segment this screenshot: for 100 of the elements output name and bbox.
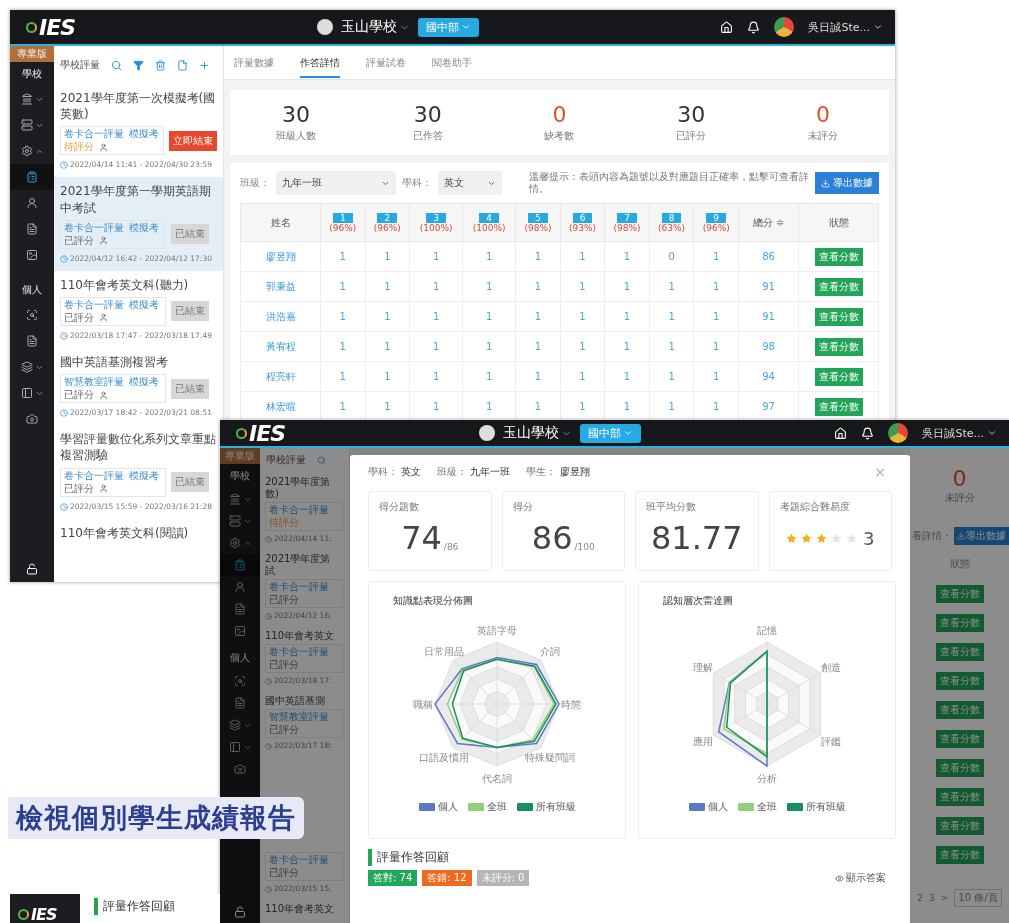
table-cell: 1 xyxy=(320,241,366,272)
stat-value: 30 xyxy=(281,102,310,127)
grading-status: 已評分 xyxy=(64,482,94,495)
close-button[interactable]: × xyxy=(868,463,892,481)
view-score-button[interactable]: 查看分數 xyxy=(935,672,984,690)
view-score-button[interactable]: 查看分數 xyxy=(935,788,984,806)
score-value: 74 xyxy=(401,519,442,557)
add-icon[interactable] xyxy=(199,59,210,71)
student-name[interactable]: 程亮軒 xyxy=(240,361,321,392)
radar-axis-label: 評鑑 xyxy=(821,736,842,748)
total-score: 91 xyxy=(738,271,799,302)
student-name[interactable]: 郭秉益 xyxy=(240,271,321,302)
chart-title: 認知層次雷達圖 xyxy=(663,594,733,608)
menu-item-icon xyxy=(234,763,246,775)
filter-select[interactable]: 九年一班 xyxy=(276,171,396,195)
grading-status: 已評分 xyxy=(269,867,299,879)
assessment-title: 2021學年度第一次模擬考(國英數) xyxy=(60,90,217,123)
search-icon[interactable] xyxy=(111,59,122,71)
home-icon[interactable] xyxy=(834,426,848,440)
view-score-button[interactable]: 查看分數 xyxy=(935,759,984,777)
end-button[interactable]: 已結束 xyxy=(171,472,209,492)
list-title: 學校評量 xyxy=(266,453,306,467)
question-header[interactable]: 6 (93%) xyxy=(560,203,605,242)
stat-value: 0 xyxy=(952,466,967,491)
page-link[interactable]: 3 xyxy=(929,893,935,903)
view-score-button[interactable]: 查看分數 xyxy=(935,585,984,603)
assessment-title: 國中英語基測 xyxy=(265,695,326,707)
school-logo-icon xyxy=(316,19,333,35)
table-cell: 1 xyxy=(409,331,463,362)
unlock-icon[interactable] xyxy=(26,563,38,575)
stat-label: 缺考數 xyxy=(544,129,575,143)
question-header[interactable]: 1 (96%) xyxy=(320,203,366,242)
user-menu[interactable]: 吳日誠Ste... xyxy=(922,425,997,441)
view-score-button[interactable]: 查看分數 xyxy=(935,643,984,661)
tab[interactable]: 評量數據 xyxy=(234,47,274,78)
school-selector[interactable]: 玉山學校 xyxy=(502,424,572,442)
table-cell: 1 xyxy=(462,361,516,392)
view-score-button[interactable]: 查看分數 xyxy=(814,397,863,416)
school-selector[interactable]: 玉山學校 xyxy=(340,18,410,36)
division-selector[interactable]: 國中部 xyxy=(417,17,479,37)
table-cell: 1 xyxy=(515,271,561,302)
student-name[interactable]: 廖昱翔 xyxy=(240,241,321,272)
end-button[interactable]: 已結束 xyxy=(171,378,209,399)
student-name[interactable]: 黃宥程 xyxy=(240,331,321,362)
trash-icon[interactable] xyxy=(155,59,166,71)
tab[interactable]: 評量試卷 xyxy=(366,47,406,78)
assessment-title: 2021學年度第一學期英語期中考試 xyxy=(60,183,212,216)
view-score-button[interactable]: 查看分數 xyxy=(935,846,984,864)
filter-icon[interactable] xyxy=(133,59,144,71)
home-icon[interactable] xyxy=(720,20,734,34)
question-header[interactable]: 7 (98%) xyxy=(604,203,650,242)
view-score-button[interactable]: 查看分數 xyxy=(935,730,984,748)
filter-select[interactable]: 英文 xyxy=(438,171,502,195)
question-header[interactable]: 3 (100%) xyxy=(409,203,463,242)
question-header[interactable]: 5 (98%) xyxy=(515,203,561,242)
menu-item-icon xyxy=(234,581,246,593)
end-button[interactable]: 已結束 xyxy=(171,224,209,245)
view-score-button[interactable]: 查看分數 xyxy=(814,337,863,356)
table-cell: 1 xyxy=(560,271,605,302)
search-icon[interactable] xyxy=(317,455,326,465)
user-menu[interactable]: 吳日誠Ste... xyxy=(808,19,883,35)
question-header[interactable]: 2 (96%) xyxy=(365,203,410,242)
view-score-button[interactable]: 查看分數 xyxy=(935,614,984,632)
page-link[interactable]: 2 xyxy=(917,893,924,903)
next-page-link[interactable]: > xyxy=(940,893,949,903)
question-header[interactable]: 4 (100%) xyxy=(462,203,516,242)
student-name[interactable]: 洪浩嘉 xyxy=(240,301,321,332)
export-button[interactable]: 導出數據 xyxy=(954,527,1009,545)
division-selector[interactable]: 國中部 xyxy=(579,423,641,443)
view-score-button[interactable]: 查看分數 xyxy=(935,701,984,719)
unlock-icon[interactable] xyxy=(234,906,246,918)
radar-axis-label: 應用 xyxy=(692,736,713,748)
end-button[interactable]: 已結束 xyxy=(171,301,209,322)
assessment-tag: 模擬考 xyxy=(129,128,159,141)
view-score-button[interactable]: 查看分數 xyxy=(814,277,863,296)
menu-item-icon xyxy=(228,493,241,505)
assessment-tag: 智慧教室評量 xyxy=(269,711,329,723)
score-total: /86 xyxy=(443,542,459,552)
assessment-title: 國中英語基測複習考 xyxy=(60,353,169,371)
question-header[interactable]: 8 (63%) xyxy=(649,203,694,242)
tab[interactable]: 作答詳情 xyxy=(300,47,340,78)
question-header[interactable]: 9 (96%) xyxy=(693,203,739,242)
column-header[interactable]: 總分 ≑ xyxy=(738,203,799,242)
table-cell: 1 xyxy=(693,331,739,362)
view-score-button[interactable]: 查看分數 xyxy=(935,817,984,835)
filter-label: 班級： xyxy=(240,176,270,190)
sidebar-section-label: 學校 xyxy=(22,67,42,81)
menu-item-icon xyxy=(228,515,241,527)
radar-axis-label: 創造 xyxy=(821,661,842,673)
legend-item: 全班 xyxy=(737,800,777,814)
view-score-button[interactable]: 查看分數 xyxy=(814,307,863,326)
end-button[interactable]: 立即結束 xyxy=(169,130,217,151)
export-button[interactable]: 導出數據 xyxy=(815,172,879,194)
document-icon[interactable] xyxy=(177,59,188,71)
bell-icon[interactable] xyxy=(861,426,875,440)
tab[interactable]: 閱卷助手 xyxy=(432,47,472,78)
view-score-button[interactable]: 查看分數 xyxy=(814,367,863,386)
bell-icon[interactable] xyxy=(747,20,761,34)
show-answer-button[interactable]: 顯示答案 xyxy=(829,870,892,886)
view-score-button[interactable]: 查看分數 xyxy=(814,247,863,266)
